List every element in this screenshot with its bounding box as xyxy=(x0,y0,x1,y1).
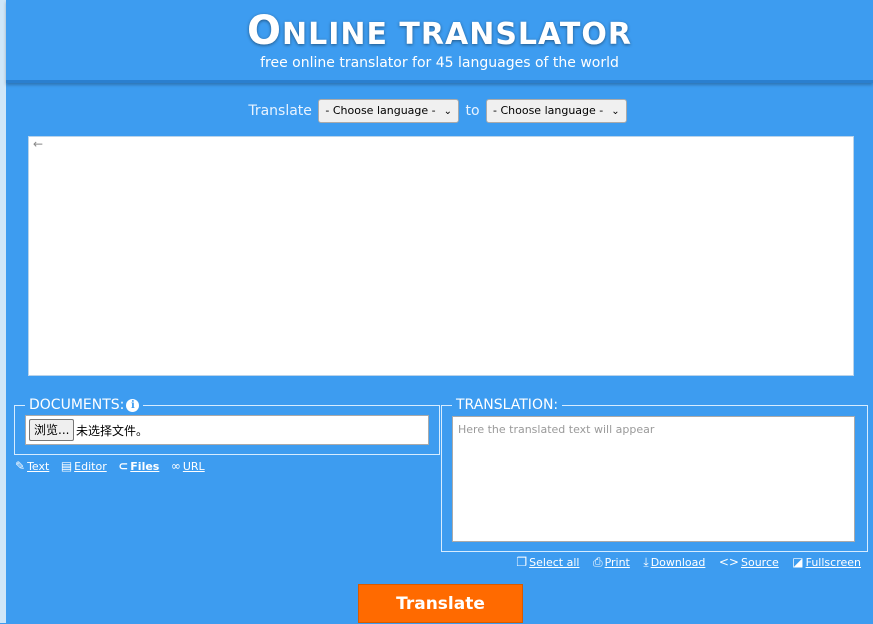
translation-legend: TRANSLATION: xyxy=(452,397,563,413)
fullscreen-icon: ◪ xyxy=(792,555,804,569)
translate-label: Translate xyxy=(248,103,312,119)
download-link[interactable]: ⤓ Download xyxy=(643,555,706,569)
document-icon: ▤ xyxy=(60,459,73,473)
source-link[interactable]: <> Source xyxy=(718,555,779,569)
print-icon: ⎙ xyxy=(592,555,603,569)
fullscreen-label: Fullscreen xyxy=(805,556,861,569)
download-label: Download xyxy=(650,556,706,569)
source-language-select[interactable]: - Choose language - ⌄ xyxy=(318,99,460,123)
text-direction-icon: ← xyxy=(33,137,44,151)
chevron-down-icon: ⌄ xyxy=(443,106,453,117)
copy-icon: ❐ xyxy=(516,555,528,569)
file-upload-input[interactable]: 浏览... 未选择文件。 xyxy=(25,415,429,445)
site-title: ONLINE TRANSLATOR xyxy=(6,8,873,54)
chevron-down-icon: ⌄ xyxy=(611,106,620,117)
mode-editor-label: Editor xyxy=(74,460,107,473)
mode-url-label: URL xyxy=(182,460,205,473)
select-all-label: Select all xyxy=(529,556,580,569)
print-link[interactable]: ⎙ Print xyxy=(592,555,630,569)
translation-panel: TRANSLATION: Here the translated text wi… xyxy=(441,397,868,552)
code-icon: <> xyxy=(718,555,739,569)
source-text-input[interactable]: ← xyxy=(28,136,854,376)
paperclip-icon: ⊂ xyxy=(118,459,129,473)
mode-url-link[interactable]: ∞ URL xyxy=(170,459,205,473)
download-icon: ⤓ xyxy=(643,555,649,569)
translate-button[interactable]: Translate xyxy=(358,584,523,623)
target-language-value: - Choose language - xyxy=(493,104,604,117)
select-all-link[interactable]: ❐ Select all xyxy=(516,555,580,569)
site-title-rest: NLINE TRANSLATOR xyxy=(282,17,632,52)
fullscreen-link[interactable]: ◪ Fullscreen xyxy=(792,555,861,569)
site-subtitle: free online translator for 45 languages … xyxy=(260,55,619,71)
mode-files-label: Files xyxy=(130,460,160,473)
language-selector-row: Translate - Choose language - ⌄ to - Choo… xyxy=(0,99,873,123)
page-left-border xyxy=(0,0,6,623)
documents-legend-text: DOCUMENTS: xyxy=(29,397,125,413)
info-icon[interactable]: i xyxy=(126,399,140,412)
site-header: ONLINE TRANSLATOR free online translator… xyxy=(6,0,873,83)
input-mode-links: ✎ Text ▤ Editor ⊂ Files ∞ URL xyxy=(15,459,213,473)
mode-editor-link[interactable]: ▤ Editor xyxy=(60,459,107,473)
documents-panel: DOCUMENTS: i 浏览... 未选择文件。 xyxy=(14,397,440,455)
translation-output[interactable]: Here the translated text will appear xyxy=(452,416,855,542)
documents-legend: DOCUMENTS: i xyxy=(25,397,144,413)
mode-text-label: Text xyxy=(27,460,50,473)
mode-text-link[interactable]: ✎ Text xyxy=(15,459,50,473)
source-label: Source xyxy=(740,556,779,569)
file-status-text: 未选择文件。 xyxy=(76,424,149,438)
site-title-initial: O xyxy=(246,8,282,54)
output-tools: ❐ Select all ⎙ Print ⤓ Download <> Source ◪ F… xyxy=(506,555,861,570)
edit-icon: ✎ xyxy=(15,459,26,473)
to-label: to xyxy=(465,103,480,119)
link-icon: ∞ xyxy=(170,459,181,473)
target-language-select[interactable]: - Choose language - ⌄ xyxy=(486,99,627,123)
source-language-value: - Choose language - xyxy=(325,104,436,117)
mode-files-link[interactable]: ⊂ Files xyxy=(118,459,160,473)
browse-button[interactable]: 浏览... xyxy=(29,419,75,441)
print-label: Print xyxy=(604,556,630,569)
